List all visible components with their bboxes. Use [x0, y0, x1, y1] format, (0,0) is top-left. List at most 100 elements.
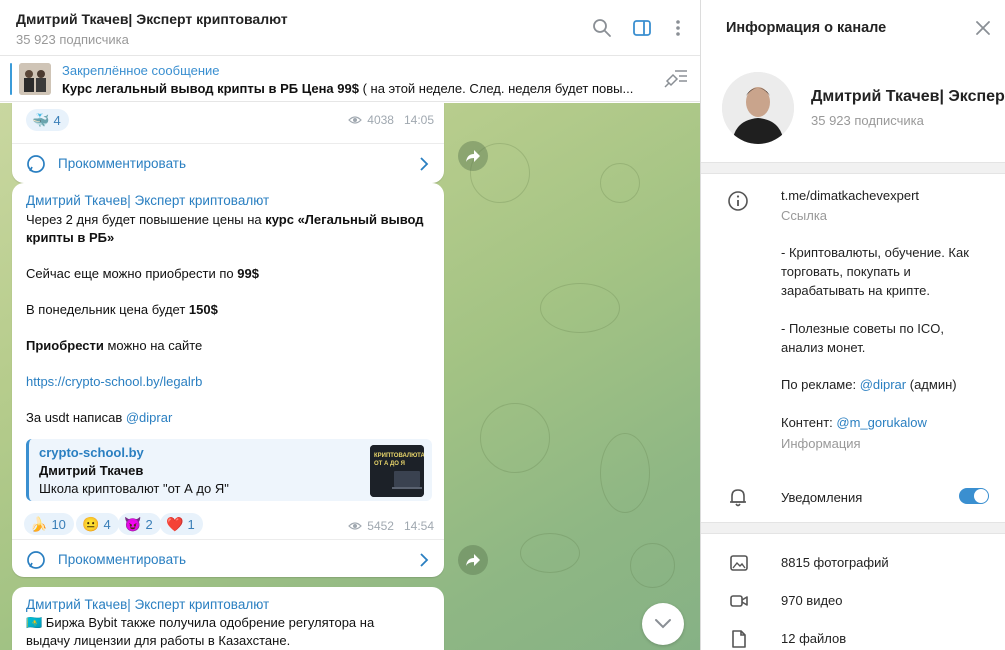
chevron-right-icon — [420, 553, 429, 567]
content-contact: Контент: @m_gorukalow — [781, 415, 927, 430]
preview-title: Дмитрий Ткачев — [39, 463, 144, 478]
channel-info-panel: Информация о канале Дмитрий Ткачев| Эксп… — [700, 0, 1005, 650]
forward-button[interactable] — [458, 141, 488, 171]
message-author[interactable]: Дмитрий Ткачев| Эксперт криптовалют — [26, 193, 269, 208]
message-author[interactable]: Дмитрий Ткачев| Эксперт криптовалют — [26, 597, 269, 612]
media-label: 8815 фотографий — [781, 555, 889, 570]
description-line: - Полезные советы по ICO, — [781, 321, 945, 336]
channel-avatar[interactable] — [722, 72, 794, 144]
message-bubble: 🐳 4 4038 14:05 Прокомментировать — [12, 103, 444, 183]
description-line: анализ монет. — [781, 340, 866, 355]
mention-link[interactable]: @diprar — [860, 377, 906, 392]
message-link[interactable]: https://crypto-school.by/legalrb — [26, 373, 202, 391]
file-icon — [732, 630, 746, 648]
wallpaper-doodle — [600, 163, 640, 203]
chat-subscribers: 35 923 подписчика — [16, 32, 129, 47]
chevron-right-icon — [420, 157, 429, 171]
panel-title: Информация о канале — [726, 20, 887, 36]
media-files[interactable]: 12 файлов — [701, 621, 1005, 650]
forward-icon — [466, 150, 480, 162]
preview-site: crypto-school.by — [39, 445, 144, 460]
link-label: Ссылка — [781, 208, 828, 223]
message-bubble: Дмитрий Ткачев| Эксперт криптовалют 🇰🇿 Б… — [12, 587, 444, 650]
close-icon[interactable] — [973, 18, 993, 38]
chevron-down-icon — [655, 619, 671, 629]
message-line: Через 2 дня будет повышение цены на курс… — [26, 212, 424, 227]
forward-button[interactable] — [458, 545, 488, 575]
reaction-emoji: 🍌 — [30, 516, 48, 532]
pin-list-icon[interactable] — [662, 68, 688, 90]
description-line: зарабатывать на крипте. — [781, 283, 930, 298]
message-bubble: Дмитрий Ткачев| Эксперт криптовалют Чере… — [12, 183, 444, 577]
channel-link[interactable]: t.me/dimatkachevexpert — [781, 186, 919, 205]
scroll-down-button[interactable] — [642, 603, 684, 645]
reaction-chip[interactable]: 😈 2 — [118, 513, 161, 535]
pinned-indicator — [10, 63, 12, 95]
message-meta: 4038 14:05 — [348, 113, 434, 127]
chat-header: Дмитрий Ткачев| Эксперт криптовалют 35 9… — [0, 0, 700, 56]
reaction-chip[interactable]: 🐳 4 — [26, 109, 69, 131]
reaction-chip[interactable]: 😐 4 — [76, 513, 119, 535]
reaction-count: 10 — [51, 516, 66, 532]
reaction-chip[interactable]: ❤️ 1 — [160, 513, 203, 535]
section-divider — [701, 162, 1005, 174]
channel-name: Дмитрий Ткачев| Эксперт криптовалют — [811, 88, 1005, 105]
message-line: Сейчас еще можно приобрести по 99$ — [26, 266, 259, 281]
search-icon[interactable] — [590, 16, 614, 40]
chat-title[interactable]: Дмитрий Ткачев| Эксперт криптовалют — [16, 11, 288, 27]
comment-button[interactable]: Прокомментировать — [12, 539, 444, 579]
views-count: 4038 — [367, 113, 394, 127]
comment-label: Прокомментировать — [58, 156, 186, 171]
reaction-emoji: 🐳 — [32, 112, 50, 128]
comment-label: Прокомментировать — [58, 552, 186, 567]
wallpaper-doodle — [600, 433, 650, 513]
svg-text:ОТ А ДО Я: ОТ А ДО Я — [374, 461, 405, 467]
preview-description: Школа криптовалют "от А до Я" — [39, 481, 229, 496]
reaction-count: 2 — [145, 516, 153, 532]
info-label: Информация — [781, 436, 861, 451]
photo-icon — [730, 555, 748, 571]
media-label: 970 видео — [781, 593, 843, 608]
reaction-count: 4 — [103, 516, 111, 532]
message-line: Приобрести можно на сайте — [26, 338, 203, 353]
preview-image: КРИПТОВАЛЮТА ОТ А ДО Я — [370, 445, 424, 497]
reaction-count: 1 — [187, 516, 195, 532]
mention-link[interactable]: @diprar — [126, 410, 172, 425]
comment-button[interactable]: Прокомментировать — [12, 143, 444, 183]
wallpaper-doodle — [630, 543, 675, 588]
channel-subscribers: 35 923 подписчика — [811, 113, 924, 128]
media-videos[interactable]: 970 видео — [701, 583, 1005, 619]
views-icon — [348, 116, 363, 124]
message-meta: 5452 14:54 — [348, 519, 434, 533]
message-time: 14:54 — [403, 519, 434, 533]
svg-text:КРИПТОВАЛЮТА: КРИПТОВАЛЮТА — [374, 453, 424, 459]
chat-area: Дмитрий Ткачев| Эксперт криптовалют 35 9… — [0, 0, 700, 650]
message-line: За usdt написав @diprar — [26, 410, 173, 425]
wallpaper-doodle — [480, 403, 550, 473]
comment-icon — [27, 551, 45, 569]
description-line: торговать, покупать и — [781, 264, 911, 279]
sidebar-toggle-icon[interactable] — [630, 16, 654, 40]
info-icon — [727, 190, 749, 212]
chat-wallpaper: 🐳 4 4038 14:05 Прокомментировать Дмитрий… — [0, 103, 700, 650]
pinned-label: Закреплённое сообщение — [62, 63, 220, 78]
message-line: В понедельник цена будет 150$ — [26, 302, 218, 317]
media-photos[interactable]: 8815 фотографий — [701, 545, 1005, 581]
section-divider — [701, 522, 1005, 534]
mention-link[interactable]: @m_gorukalow — [836, 415, 927, 430]
notifications-toggle[interactable] — [959, 488, 989, 504]
video-icon — [730, 595, 748, 607]
media-label: 12 файлов — [781, 631, 847, 646]
reaction-chip[interactable]: 🍌 10 — [24, 513, 74, 535]
pinned-thumbnail — [19, 63, 51, 95]
reaction-count: 4 — [53, 112, 61, 128]
views-icon — [348, 522, 363, 530]
more-menu-icon[interactable] — [666, 16, 690, 40]
message-time: 14:05 — [403, 113, 434, 127]
pinned-message[interactable]: Закреплённое сообщение Курс легальный вы… — [0, 56, 700, 102]
message-line: крипты в РБ» — [26, 230, 115, 245]
link-preview[interactable]: crypto-school.by Дмитрий Ткачев Школа кр… — [26, 439, 432, 501]
description-line: - Криптовалюты, обучение. Как — [781, 245, 969, 260]
wallpaper-doodle — [520, 533, 580, 573]
pinned-text: Курс легальный вывод крипты в РБ Цена 99… — [62, 81, 634, 96]
